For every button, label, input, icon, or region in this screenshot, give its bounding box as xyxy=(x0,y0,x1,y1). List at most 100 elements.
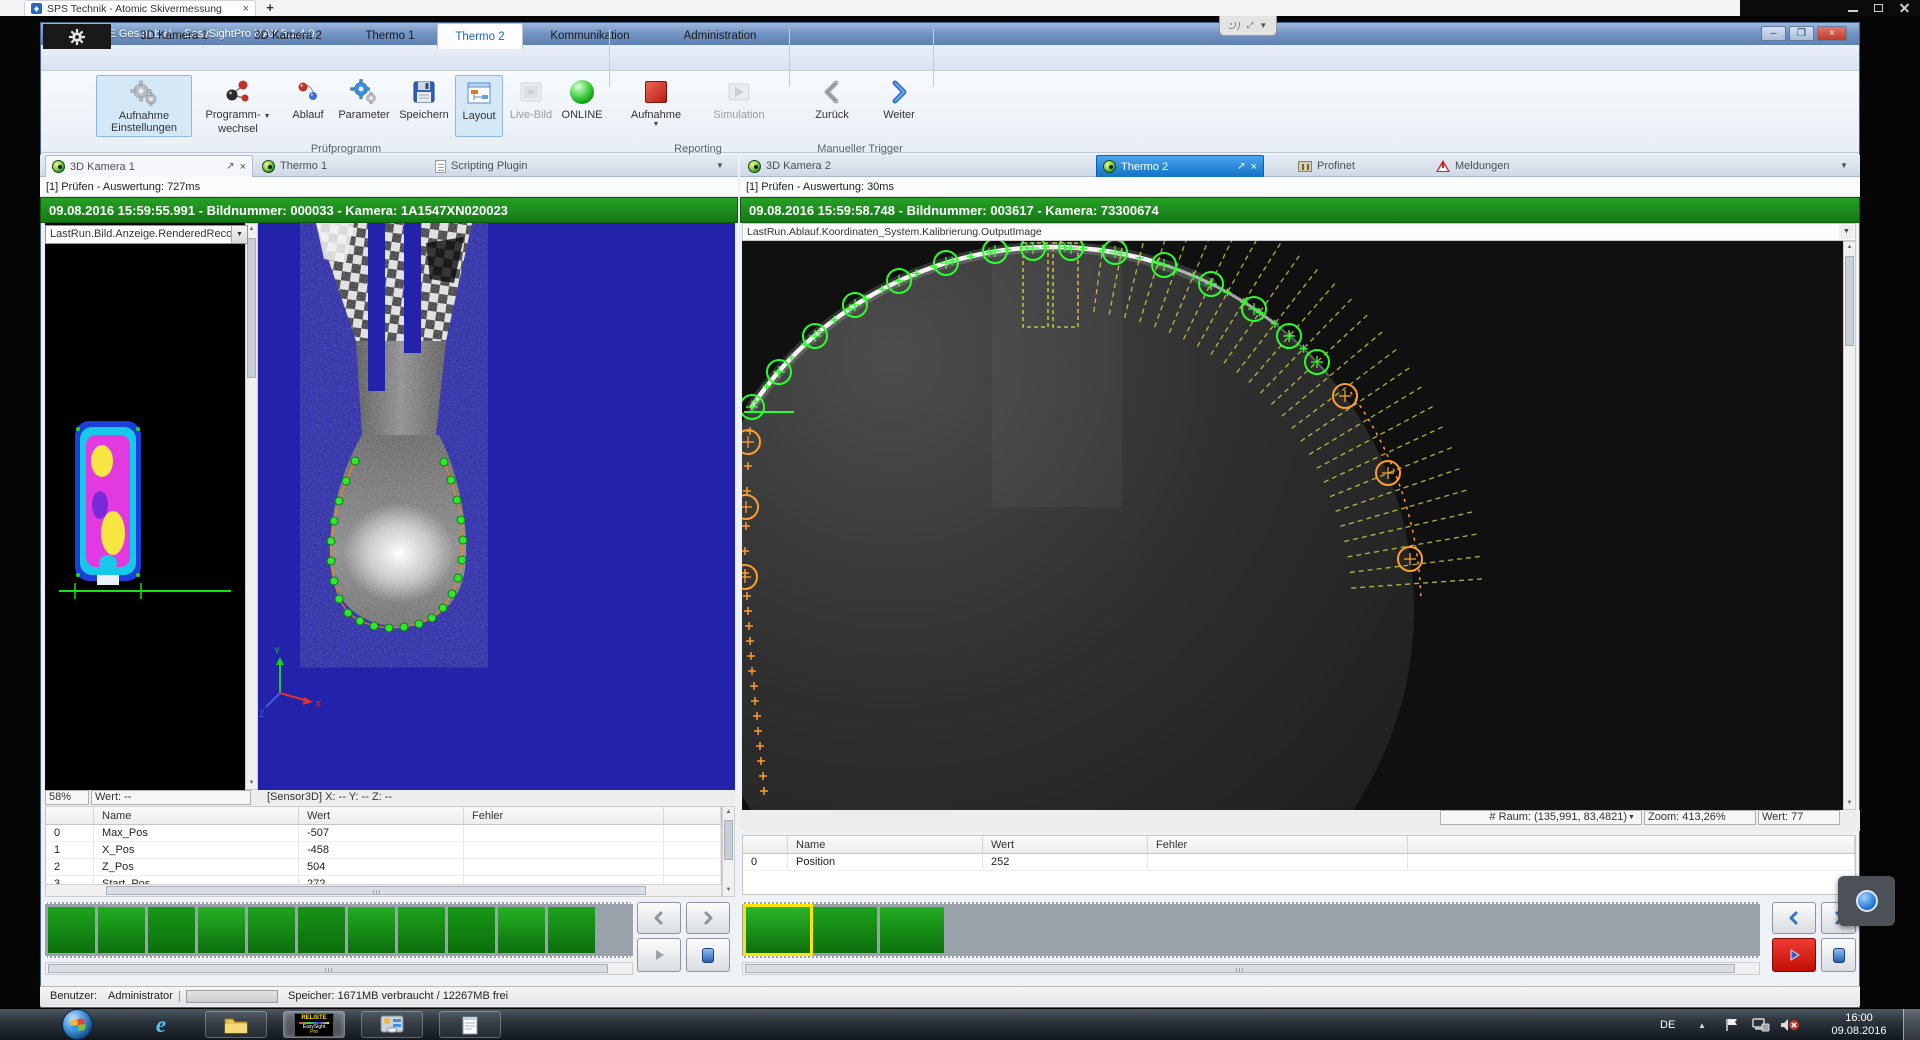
right-source-selector[interactable]: LastRun.Ablauf.Koordinaten_System.Kalibr… xyxy=(742,223,1856,241)
dropdown-arrow-icon[interactable]: ▼ xyxy=(231,226,247,243)
dropdown-arrow-icon[interactable]: ▼ xyxy=(1839,225,1854,239)
session-tab[interactable]: SPS Technik - Atomic Skivermessung × xyxy=(24,0,256,16)
expand-icon[interactable]: ↗ xyxy=(1237,161,1245,172)
filmstrip-thumbnail[interactable] xyxy=(198,907,245,953)
left-3d-image[interactable]: Y X Z xyxy=(258,223,735,790)
table-row[interactable]: 2Z_Pos504 xyxy=(46,859,721,876)
tray-language[interactable]: DE xyxy=(1660,1009,1675,1040)
right-tab-3d-kamera-2[interactable]: 3D Kamera 2 xyxy=(742,155,892,177)
easysight-taskbar-button[interactable]: RELISTE EasySight Pro xyxy=(283,1011,345,1038)
scroll-up-icon[interactable]: ▲ xyxy=(723,807,734,818)
simulation-button[interactable]: Simulation xyxy=(699,75,779,137)
zurueck-button[interactable]: Zurück xyxy=(797,75,867,137)
window-minimize-button[interactable]: – xyxy=(1761,26,1786,41)
right-tab-profinet[interactable]: Profinet xyxy=(1292,155,1410,177)
left-record-images-button[interactable] xyxy=(686,938,730,972)
scroll-down-icon[interactable]: ▼ xyxy=(246,778,257,789)
filmstrip-thumbnail[interactable] xyxy=(298,907,345,953)
expand-icon[interactable]: ↗ xyxy=(226,161,234,172)
left-tab-thermo-1[interactable]: Thermo 1 xyxy=(256,155,426,177)
filmstrip-thumbnail[interactable] xyxy=(813,907,877,953)
window-close-button[interactable]: × xyxy=(1817,26,1847,41)
table-row[interactable]: 0Max_Pos-507 xyxy=(46,825,721,842)
livebild-button[interactable]: Live-Bild xyxy=(505,75,557,137)
scrollbar-thumb[interactable] xyxy=(745,964,1735,973)
filmstrip-thumbnail[interactable] xyxy=(248,907,295,953)
filmstrip-thumbnail[interactable] xyxy=(548,907,595,953)
ribbon-tab-thermo-2[interactable]: Thermo 2 xyxy=(437,23,523,49)
ribbon-tab-3d-kamera-2[interactable]: 3D Kamera 2 xyxy=(233,23,343,49)
remote-panel-handle[interactable] xyxy=(1838,876,1895,926)
new-session-tab-button[interactable]: + xyxy=(262,1,278,15)
scroll-up-icon[interactable]: ▲ xyxy=(1844,242,1855,253)
table-row[interactable]: 0Position252 xyxy=(743,854,1855,871)
left-table-vscrollbar[interactable]: ▲ ▼ xyxy=(722,806,735,897)
remote-maximize-icon[interactable] xyxy=(1874,4,1884,12)
tray-volume-muted-icon[interactable] xyxy=(1780,1018,1800,1032)
right-filmstrip-scrollbar[interactable] xyxy=(742,962,1760,975)
left-tab-3d-kamera-1[interactable]: 3D Kamera 1 ↗ × xyxy=(45,155,253,177)
start-button[interactable] xyxy=(62,1009,93,1040)
session-toolbar-grip[interactable]: ⤢▼ xyxy=(1219,16,1277,36)
right-tab-meldungen[interactable]: Meldungen xyxy=(1430,155,1570,177)
filmstrip-thumbnail[interactable] xyxy=(880,907,944,953)
explorer-taskbar-button[interactable] xyxy=(205,1011,267,1038)
right-filmstrip[interactable] xyxy=(742,902,1760,958)
window-maximize-button[interactable]: ❒ xyxy=(1789,26,1814,41)
filmstrip-thumbnail[interactable] xyxy=(148,907,195,953)
ablauf-button[interactable]: Ablauf xyxy=(283,75,333,137)
right-results-table[interactable]: NameWertFehler0Position252 xyxy=(742,835,1856,895)
tray-clock[interactable]: 16:00 09.08.2016 xyxy=(1820,1009,1898,1040)
right-prev-button[interactable] xyxy=(1772,902,1816,934)
right-image-scrollbar[interactable]: ▲ ▼ xyxy=(1843,241,1856,810)
tray-flag-icon[interactable] xyxy=(1724,1018,1740,1032)
control-panel-taskbar-button[interactable] xyxy=(361,1011,423,1038)
filmstrip-thumbnail[interactable] xyxy=(746,907,810,953)
tray-network-icon[interactable] xyxy=(1752,1018,1770,1032)
scrollbar-thumb[interactable] xyxy=(106,886,646,895)
filmstrip-thumbnail[interactable] xyxy=(48,907,95,953)
ribbon-tab-kommunikation[interactable]: Kommunikation xyxy=(527,23,653,49)
scroll-down-icon[interactable]: ▼ xyxy=(1844,798,1855,809)
internet-explorer-icon[interactable]: e xyxy=(136,1012,186,1038)
right-record-images-button[interactable] xyxy=(1821,938,1856,972)
right-thermo-image[interactable] xyxy=(742,241,1843,810)
left-play-button[interactable] xyxy=(637,938,681,972)
remote-minimize-icon[interactable] xyxy=(1848,4,1858,12)
filmstrip-thumbnail[interactable] xyxy=(348,907,395,953)
layout-button[interactable]: Layout xyxy=(455,75,503,137)
filmstrip-thumbnail[interactable] xyxy=(448,907,495,953)
scrollbar-thumb[interactable] xyxy=(1845,256,1854,346)
left-table-hscrollbar[interactable] xyxy=(45,884,722,897)
aufnahme-einstellungen-button[interactable]: Aufnahme Einstellungen xyxy=(96,75,192,137)
left-filmstrip-scrollbar[interactable] xyxy=(45,962,633,975)
scrollbar-thumb[interactable] xyxy=(724,820,733,860)
ribbon-tab-thermo-1[interactable]: Thermo 1 xyxy=(347,23,433,49)
right-play-button[interactable] xyxy=(1772,938,1816,972)
table-row[interactable]: 1X_Pos-458 xyxy=(46,842,721,859)
notepad-taskbar-button[interactable] xyxy=(439,1011,501,1038)
show-desktop-button[interactable] xyxy=(1903,1009,1920,1040)
left-next-button[interactable] xyxy=(686,902,730,934)
speichern-button[interactable]: Speichern xyxy=(395,75,453,137)
scroll-down-icon[interactable]: ▼ xyxy=(723,885,734,896)
remote-close-icon[interactable] xyxy=(1900,4,1910,12)
weiter-button[interactable]: Weiter xyxy=(871,75,927,137)
left-overview-image[interactable] xyxy=(45,223,245,790)
tray-expand-icon[interactable]: ▲ xyxy=(1698,1021,1706,1030)
dropdown-arrow-icon[interactable]: ▼ xyxy=(1628,814,1635,821)
left-prev-button[interactable] xyxy=(637,902,681,934)
online-button[interactable]: ONLINE xyxy=(559,75,605,137)
close-icon[interactable]: × xyxy=(240,161,246,173)
ribbon-tab-administration[interactable]: Administration xyxy=(657,23,783,49)
left-tabstrip-overflow-icon[interactable]: ▼ xyxy=(716,161,724,170)
scrollbar-thumb[interactable] xyxy=(48,964,608,973)
session-tab-close-icon[interactable]: × xyxy=(243,4,249,14)
filmstrip-thumbnail[interactable] xyxy=(498,907,545,953)
left-thumb-scrollbar[interactable]: ▲ ▼ xyxy=(245,223,258,790)
programmwechsel-button[interactable]: Programm- ▼ wechsel xyxy=(195,75,281,137)
right-tabstrip-overflow-icon[interactable]: ▼ xyxy=(1840,161,1848,170)
left-tab-scripting-plugin[interactable]: Scripting Plugin xyxy=(429,155,607,177)
aufnahme-button[interactable]: Aufnahme ▼ xyxy=(617,75,695,137)
close-icon[interactable]: × xyxy=(1251,161,1257,173)
